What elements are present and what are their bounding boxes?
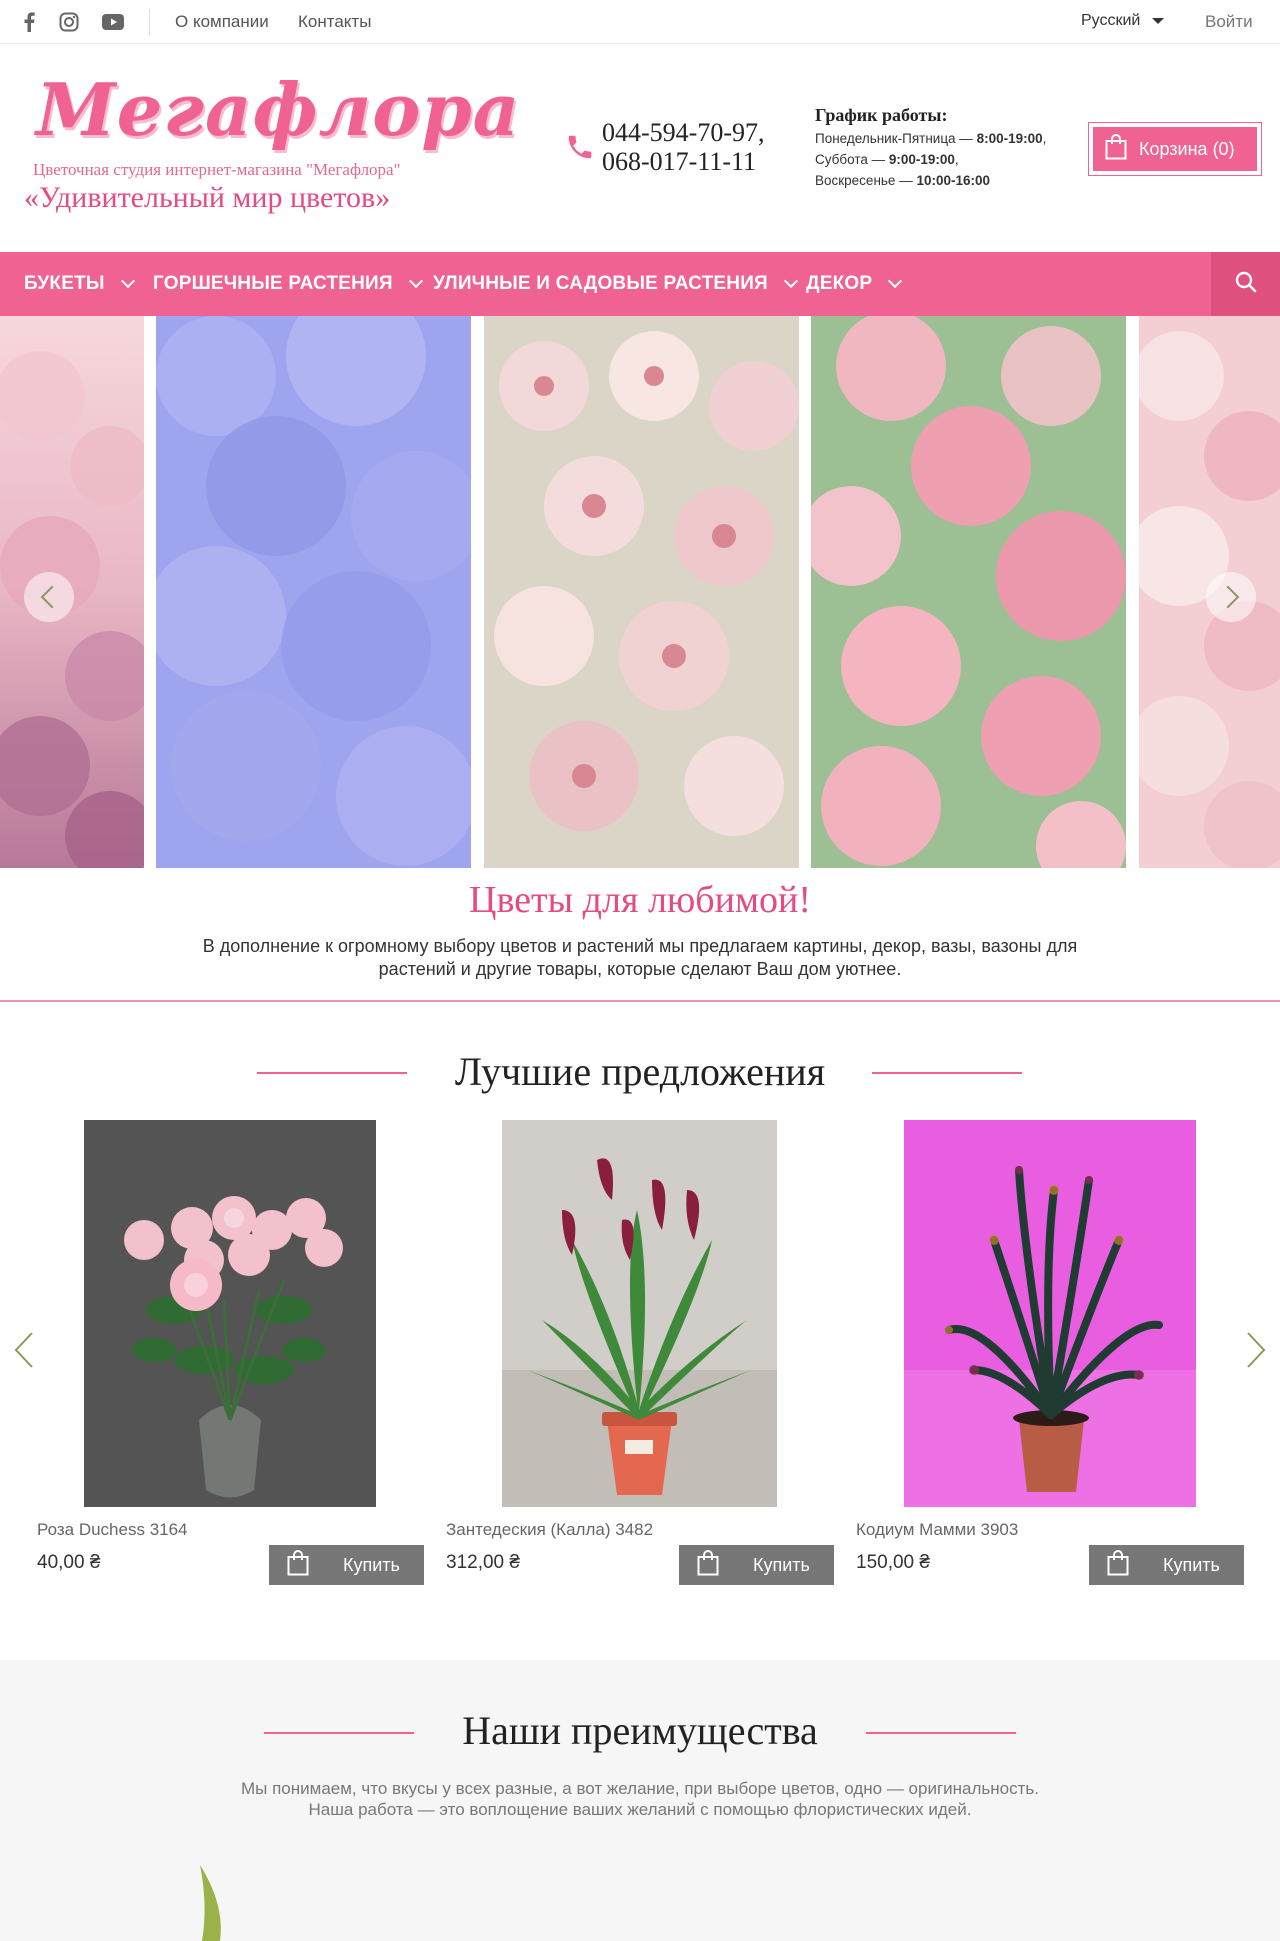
hero-slider[interactable] [0, 316, 1280, 868]
offers-prev-button[interactable] [10, 1330, 40, 1370]
product-name[interactable]: Зантедеския (Калла) 3482 [446, 1520, 653, 1540]
phone-2[interactable]: 068-017-11-11 [602, 147, 764, 176]
chevron-right-icon [1216, 585, 1240, 609]
promo-text: В дополнение к огромному выбору цветов и… [202, 936, 1078, 979]
buy-button[interactable]: Купить [269, 1545, 424, 1585]
advantages-line-1: Мы понимаем, что вкусы у всех разные, а … [240, 1779, 1039, 1798]
phone-icon [565, 132, 595, 167]
shopping-bag-icon [1107, 1549, 1129, 1581]
contacts-link[interactable]: Контакты [298, 12, 371, 32]
schedule-row: Суббота — 9:00-19:00, [815, 152, 959, 167]
product-name[interactable]: Кодиум Мамми 3903 [856, 1520, 1018, 1540]
product-name[interactable]: Роза Duchess 3164 [37, 1520, 188, 1540]
cart-button[interactable]: Корзина (0) [1088, 122, 1262, 176]
nav-item-bouquets[interactable]: БУКЕТЫ [24, 252, 135, 316]
advantages-title: Наши преимущества [462, 1708, 818, 1753]
product-image-calla[interactable] [502, 1120, 777, 1507]
site-logo[interactable]: Мегафлора [36, 70, 520, 150]
buy-label: Купить [343, 1554, 400, 1575]
nav-label: ДЕКОР [806, 273, 873, 294]
chevron-left-icon [14, 1332, 33, 1368]
buy-label: Купить [1163, 1554, 1220, 1575]
main-nav: БУКЕТЫ ГОРШЕЧНЫЕ РАСТЕНИЯ УЛИЧНЫЕ И САДО… [0, 252, 1280, 316]
caret-down-icon [1152, 18, 1165, 24]
advantages-text: Мы понимаем, что вкусы у всех разные, а … [190, 1778, 1090, 1820]
nav-item-decor[interactable]: ДЕКОР [806, 252, 903, 316]
slide-image-roses [811, 316, 1126, 868]
work-schedule: График работы: Понедельник-Пятница — 8:0… [815, 104, 1046, 191]
login-link[interactable]: Войти [1205, 12, 1253, 32]
shopping-bag-icon [697, 1549, 719, 1581]
section-divider [0, 1000, 1280, 1002]
product-image-croton[interactable] [904, 1120, 1196, 1507]
nav-item-potted-plants[interactable]: ГОРШЕЧНЫЕ РАСТЕНИЯ [153, 252, 423, 316]
shopping-bag-icon [1105, 133, 1127, 165]
nav-label: БУКЕТЫ [24, 273, 105, 294]
logo-slogan: «Удивительный мир цветов» [24, 181, 391, 214]
facebook-icon[interactable] [22, 10, 36, 34]
topbar-divider [149, 9, 150, 35]
about-link[interactable]: О компании [175, 12, 269, 32]
chevron-down-icon [783, 273, 798, 289]
advantages-line-2: Наша работа — это воплощение ваших желан… [308, 1800, 972, 1819]
buy-button[interactable]: Купить [679, 1545, 834, 1585]
chevron-right-icon [1247, 1332, 1266, 1368]
title-rule-right [872, 1072, 1022, 1074]
nav-item-garden-plants[interactable]: УЛИЧНЫЕ И САДОВЫЕ РАСТЕНИЯ [433, 252, 798, 316]
phone-1[interactable]: 044-594-70-97, [602, 118, 764, 147]
slide-image-hydrangea [156, 316, 471, 868]
chevron-down-icon [408, 273, 423, 289]
language-label: Русский [1081, 12, 1141, 29]
top-bar: О компании Контакты Русский Войти [0, 0, 1280, 44]
chevron-down-icon [888, 273, 903, 289]
leaf-decoration [200, 1865, 221, 1941]
chevron-down-icon [120, 273, 135, 289]
schedule-title: График работы: [815, 105, 948, 125]
buy-button[interactable]: Купить [1089, 1545, 1244, 1585]
product-image-rose[interactable] [84, 1120, 376, 1507]
shopping-bag-icon [287, 1549, 309, 1581]
slider-next-button[interactable] [1206, 572, 1256, 622]
slide-image-protea [484, 316, 799, 868]
nav-label: ГОРШЕЧНЫЕ РАСТЕНИЯ [153, 273, 393, 294]
logo-subtitle: Цветочная студия интернет-магазина "Мега… [33, 160, 401, 179]
product-price: 150,00 ₴ [856, 1552, 930, 1573]
schedule-row: Понедельник-Пятница — 8:00-19:00, [815, 131, 1047, 146]
buy-label: Купить [753, 1554, 810, 1575]
search-icon [1234, 270, 1258, 299]
product-price: 40,00 ₴ [37, 1552, 101, 1573]
language-select[interactable]: Русский [1081, 12, 1165, 30]
youtube-icon[interactable] [101, 10, 125, 34]
promo-title: Цветы для любимой! [469, 879, 811, 921]
product-price: 312,00 ₴ [446, 1552, 520, 1573]
offers-next-button[interactable] [1240, 1330, 1270, 1370]
phone-numbers[interactable]: 044-594-70-97, 068-017-11-11 [602, 118, 764, 176]
cart-label: Корзина (0) [1139, 138, 1235, 159]
instagram-icon[interactable] [58, 10, 80, 34]
slider-prev-button[interactable] [24, 572, 74, 622]
schedule-row: Воскресенье — 10:00-16:00 [815, 173, 991, 188]
offers-title: Лучшие предложения [454, 1049, 826, 1094]
search-button[interactable] [1211, 252, 1280, 316]
title-rule-right [866, 1732, 1016, 1734]
nav-label: УЛИЧНЫЕ И САДОВЫЕ РАСТЕНИЯ [433, 273, 768, 294]
chevron-left-icon [40, 585, 64, 609]
